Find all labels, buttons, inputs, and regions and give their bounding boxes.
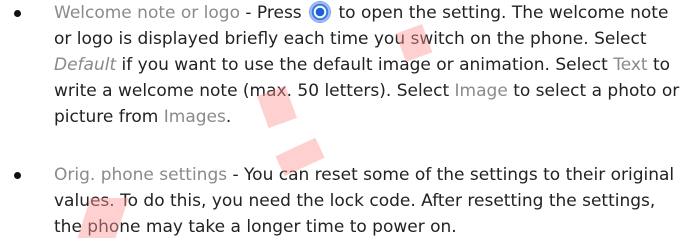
manual-page: Welcome note or logo - Press to open the…: [0, 0, 684, 245]
option-default: Default: [54, 55, 117, 75]
paragraph-welcome-note: Welcome note or logo - Press to open the…: [54, 0, 682, 130]
bullet-point: [14, 10, 21, 17]
option-images: Images: [163, 107, 226, 127]
text-segment: if you want to use the default image or …: [116, 55, 614, 75]
option-image: Image: [454, 81, 508, 101]
term-welcome-note: Welcome note or logo: [54, 3, 240, 23]
scroll-key-icon: [310, 2, 331, 22]
paragraph-orig-settings: Orig. phone settings - You can reset som…: [54, 162, 682, 240]
term-orig-phone-settings: Orig. phone settings: [54, 165, 228, 185]
option-text: Text: [613, 55, 648, 75]
text-segment: .: [225, 107, 232, 127]
bullet-point: [14, 172, 21, 179]
text-segment: - Press: [239, 3, 308, 23]
